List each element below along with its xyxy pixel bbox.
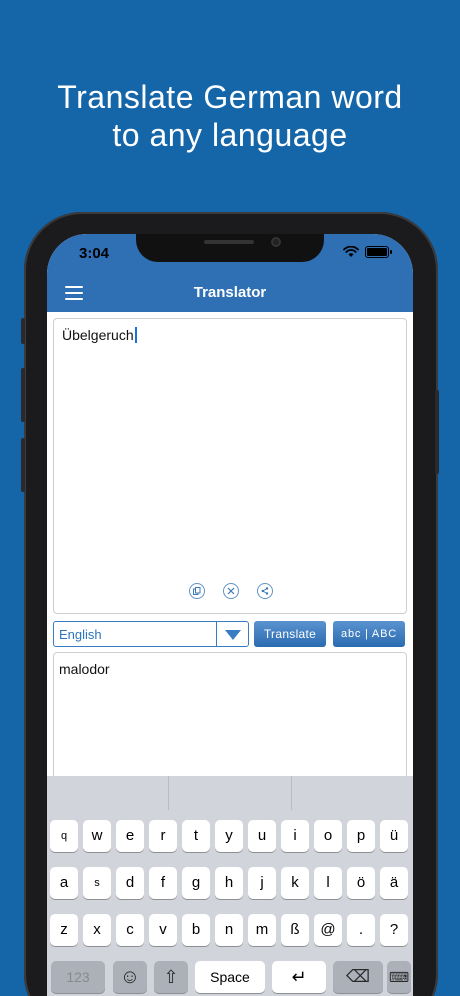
key[interactable]: z	[50, 914, 78, 946]
speaker	[204, 240, 254, 244]
keyboard-row-1: qwertyuiopü	[47, 820, 413, 852]
key[interactable]: ä	[380, 867, 408, 899]
source-text-content: Übelgeruch	[62, 327, 137, 343]
emoji-icon: ☺	[119, 966, 141, 988]
key[interactable]: i	[281, 820, 309, 852]
headline-line-2: to any language	[112, 117, 348, 153]
text-caret	[134, 327, 137, 343]
wifi-icon	[343, 246, 359, 257]
phone-volume-down	[21, 438, 25, 492]
clear-icon	[227, 587, 235, 595]
key[interactable]: t	[182, 820, 210, 852]
key[interactable]: b	[182, 914, 210, 946]
on-screen-keyboard: qwertyuiopü asdfghjklöä z x c v b n m ß @.? 123 …	[47, 776, 413, 996]
key[interactable]: y	[215, 820, 243, 852]
target-language-value: English	[59, 627, 102, 642]
control-row: English Translate abc | ABC	[53, 621, 407, 647]
key[interactable]: .	[347, 914, 375, 946]
status-icons	[343, 246, 392, 258]
translation-output-text: malodor	[59, 661, 110, 677]
status-bar: 3:04	[47, 234, 413, 276]
clear-button[interactable]	[223, 583, 239, 599]
key[interactable]: j	[248, 867, 276, 899]
key[interactable]: q	[50, 820, 78, 852]
chevron-down-icon	[225, 630, 241, 640]
share-button[interactable]	[257, 583, 273, 599]
keyboard-row-3: z x c v b n m ß @.?	[47, 914, 413, 946]
translate-button[interactable]: Translate	[254, 621, 326, 647]
key[interactable]: ?	[380, 914, 408, 946]
space-key[interactable]: Space	[195, 961, 265, 993]
input-tool-row	[54, 583, 408, 599]
key[interactable]: ü	[380, 820, 408, 852]
translation-output[interactable]: malodor	[53, 652, 407, 782]
key[interactable]: s	[83, 867, 111, 899]
key[interactable]: x	[83, 914, 111, 946]
emoji-key[interactable]: ☺	[113, 961, 147, 993]
shift-icon: ⇧	[163, 967, 179, 987]
headline: Translate German word to any language	[0, 78, 460, 154]
key[interactable]: c	[116, 914, 144, 946]
key[interactable]: d	[116, 867, 144, 899]
copy-button[interactable]	[189, 583, 205, 599]
key[interactable]: r	[149, 820, 177, 852]
key[interactable]: u	[248, 820, 276, 852]
key[interactable]: a	[50, 867, 78, 899]
key[interactable]: g	[182, 867, 210, 899]
key[interactable]: n	[215, 914, 243, 946]
keyboard-switch-key[interactable]: ⌨	[387, 961, 411, 993]
status-time: 3:04	[79, 245, 110, 262]
key[interactable]: p	[347, 820, 375, 852]
delete-key[interactable]: ⌫	[333, 961, 383, 993]
key[interactable]: ß	[281, 914, 309, 946]
shift-key[interactable]: ⇧	[154, 961, 188, 993]
phone-side-button	[21, 318, 25, 344]
delete-icon: ⌫	[345, 967, 371, 986]
nav-title: Translator	[193, 284, 267, 301]
share-icon	[261, 587, 269, 595]
suggestion-slot-2[interactable]	[169, 776, 292, 810]
key[interactable]: v	[149, 914, 177, 946]
key[interactable]: @	[314, 914, 342, 946]
copy-icon	[193, 587, 201, 595]
key[interactable]: f	[149, 867, 177, 899]
key[interactable]: o	[314, 820, 342, 852]
key[interactable]: k	[281, 867, 309, 899]
key[interactable]: w	[83, 820, 111, 852]
language-dropdown-button[interactable]	[216, 622, 248, 646]
keyboard-row-4: 123 ☺ ⇧ Space ↵ ⌫ ⌨	[47, 961, 413, 993]
return-icon: ↵	[291, 967, 307, 987]
headline-line-1: Translate German word	[57, 79, 403, 115]
numbers-key[interactable]: 123	[51, 961, 105, 993]
battery-icon	[365, 246, 392, 258]
key[interactable]: m	[248, 914, 276, 946]
notch	[136, 234, 324, 262]
suggestion-slot-1[interactable]	[47, 776, 170, 810]
nav-bar: Translator	[47, 276, 413, 312]
phone-power-button	[435, 390, 439, 474]
keyboard-row-2: asdfghjklöä	[47, 867, 413, 899]
case-toggle-button[interactable]: abc | ABC	[333, 621, 405, 647]
key[interactable]: h	[215, 867, 243, 899]
suggestion-slot-3[interactable]	[292, 776, 413, 810]
suggestion-bar	[47, 776, 413, 810]
source-text-input[interactable]: Übelgeruch	[53, 318, 407, 614]
app-screen: 3:04 Translator Übelgeruch English Trans…	[47, 234, 413, 996]
phone-volume-up	[21, 368, 25, 422]
source-text-value: Übelgeruch	[62, 327, 134, 343]
key[interactable]: e	[116, 820, 144, 852]
key[interactable]: ö	[347, 867, 375, 899]
camera	[271, 237, 281, 247]
return-key[interactable]: ↵	[272, 961, 326, 993]
key[interactable]: l	[314, 867, 342, 899]
target-language-select[interactable]: English	[53, 621, 249, 647]
keyboard-icon: ⌨	[388, 969, 410, 985]
